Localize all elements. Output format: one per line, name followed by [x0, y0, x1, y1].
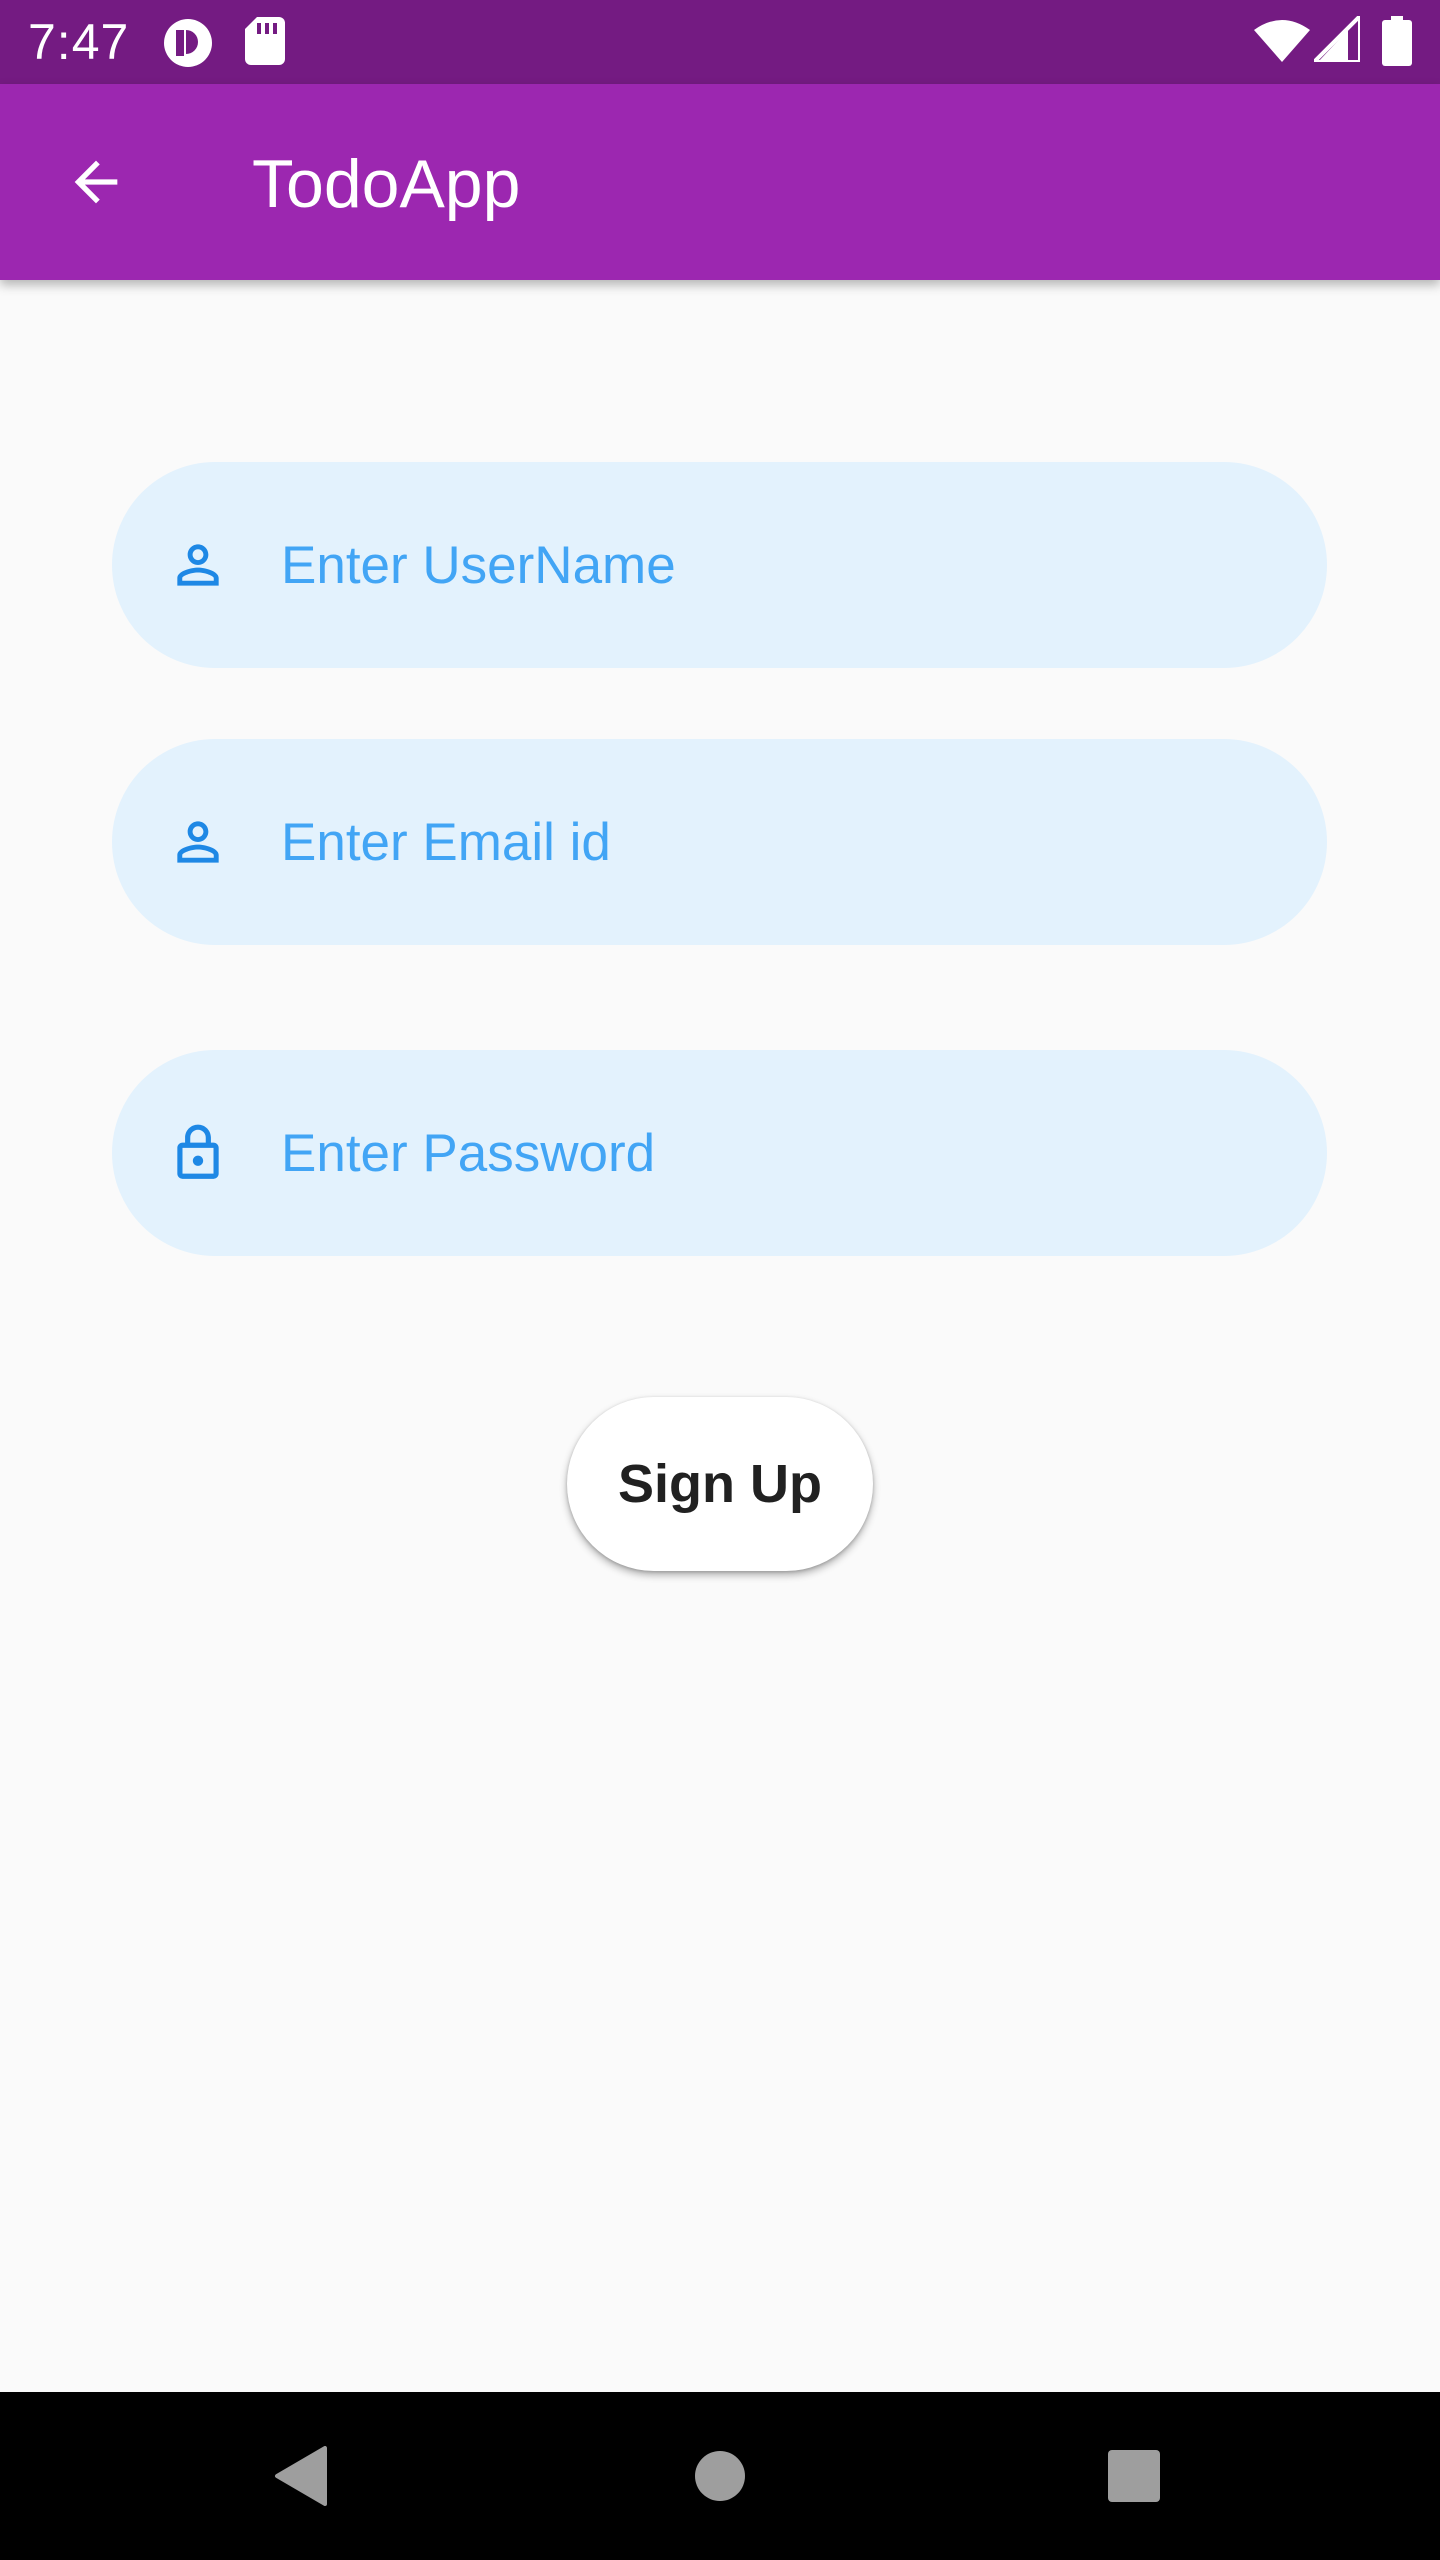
email-field[interactable] — [112, 739, 1327, 945]
nav-recents-button[interactable] — [1054, 2392, 1214, 2560]
password-input[interactable] — [281, 1050, 1267, 1256]
email-input[interactable] — [281, 739, 1267, 945]
wifi-icon — [1254, 20, 1310, 62]
nav-back-button[interactable] — [221, 2392, 381, 2560]
back-button[interactable] — [56, 142, 136, 222]
username-input[interactable] — [281, 462, 1267, 668]
app-title: TodoApp — [252, 146, 521, 222]
back-triangle-icon — [275, 2446, 327, 2506]
nav-home-button[interactable] — [640, 2392, 800, 2560]
person-icon — [166, 525, 230, 605]
status-bar: 7:47 — [0, 0, 1440, 84]
navigation-bar — [0, 2392, 1440, 2560]
password-field[interactable] — [112, 1050, 1327, 1256]
home-circle-icon — [695, 2451, 745, 2501]
lock-icon — [166, 1113, 230, 1193]
recents-square-icon — [1108, 2450, 1160, 2502]
battery-icon — [1382, 16, 1412, 66]
arrow-back-icon — [74, 160, 118, 204]
sign-up-button[interactable]: Sign Up — [567, 1397, 873, 1571]
status-time: 7:47 — [28, 14, 130, 70]
app-bar: TodoApp — [0, 84, 1440, 280]
cell-signal-icon — [1314, 16, 1360, 62]
sd-card-icon — [245, 17, 285, 65]
person-icon — [166, 802, 230, 882]
notification-app-icon — [164, 19, 212, 67]
username-field[interactable] — [112, 462, 1327, 668]
